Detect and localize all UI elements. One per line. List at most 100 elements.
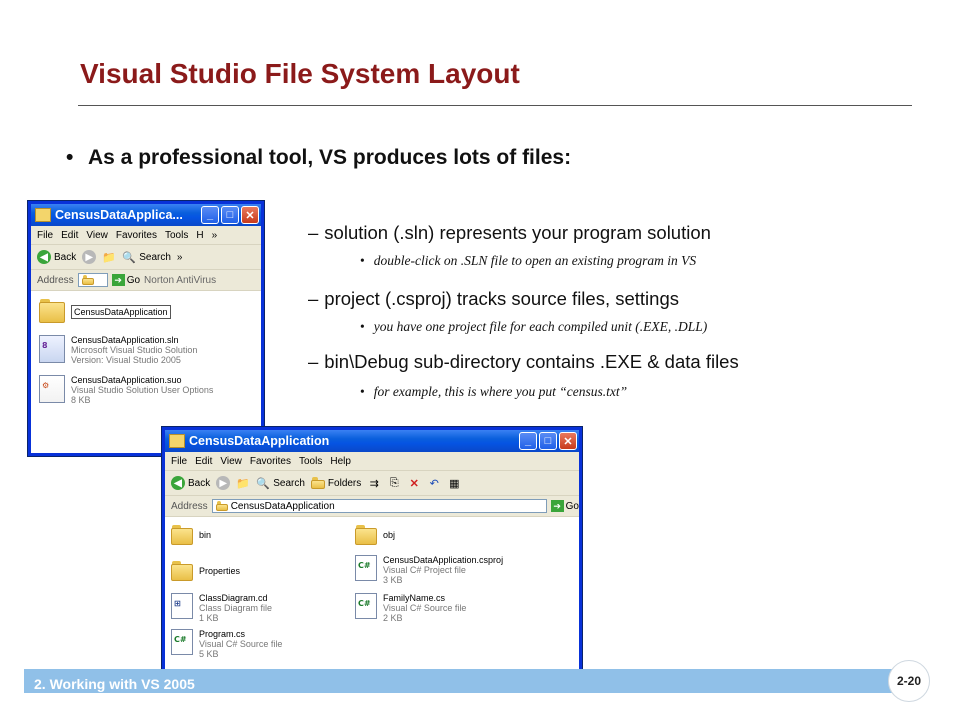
sub-bullet: • bbox=[360, 253, 365, 268]
cs-file-icon: C# bbox=[171, 629, 193, 655]
go-button[interactable]: ➔ Go bbox=[550, 500, 579, 512]
item-size: 5 KB bbox=[199, 649, 219, 659]
suo-file-icon: ⚙ bbox=[39, 375, 65, 403]
search-label: Search bbox=[273, 477, 305, 489]
window-titlebar[interactable]: CensusDataApplication _ □ ✕ bbox=[165, 430, 579, 452]
point-solution: – solution (.sln) represents your program… bbox=[308, 222, 711, 244]
item-size: 1 KB bbox=[199, 613, 219, 623]
undo-icon[interactable]: ↶ bbox=[427, 476, 441, 490]
item-type: Visual Studio Solution User Options bbox=[71, 385, 214, 395]
item-name: CensusDataApplication.suo bbox=[71, 375, 182, 385]
address-label: Address bbox=[171, 500, 208, 512]
menu-edit[interactable]: Edit bbox=[195, 456, 212, 467]
back-button[interactable]: ◀ Back bbox=[171, 476, 210, 490]
maximize-icon[interactable]: □ bbox=[539, 432, 557, 450]
dash: – bbox=[308, 351, 319, 372]
point-bin-debug: – bin\Debug sub-directory contains .EXE &… bbox=[308, 351, 739, 373]
menu-view[interactable]: View bbox=[220, 456, 242, 467]
explorer-window-project: CensusDataApplication _ □ ✕ File Edit Vi… bbox=[162, 427, 582, 681]
back-icon: ◀ bbox=[171, 476, 185, 490]
window-titlebar[interactable]: CensusDataApplica... _ □ ✕ bbox=[31, 204, 261, 226]
address-input[interactable] bbox=[77, 273, 108, 287]
footer-text: 2. Working with VS 2005 bbox=[34, 676, 195, 692]
search-icon: 🔍 bbox=[122, 251, 137, 264]
menu-file[interactable]: File bbox=[37, 230, 53, 241]
copy-to-icon[interactable]: ⎘ bbox=[387, 476, 401, 490]
folder-icon bbox=[169, 434, 185, 448]
menu-tools[interactable]: Tools bbox=[299, 456, 322, 467]
up-icon[interactable]: 📁 bbox=[236, 476, 250, 490]
item-name: CensusDataApplication.sln bbox=[71, 335, 179, 345]
address-bar: Address CensusDataApplication ➔ Go bbox=[165, 496, 579, 517]
folders-button[interactable]: Folders bbox=[310, 477, 361, 489]
search-button[interactable]: 🔍 Search bbox=[122, 250, 171, 264]
move-to-icon[interactable]: ⇉ bbox=[367, 476, 381, 490]
folder-icon bbox=[81, 275, 94, 285]
folder-icon bbox=[171, 525, 193, 545]
item-type: Visual C# Source file bbox=[383, 603, 467, 613]
minimize-icon[interactable]: _ bbox=[201, 206, 219, 224]
menu-edit[interactable]: Edit bbox=[61, 230, 78, 241]
delete-icon[interactable]: ✕ bbox=[407, 476, 421, 490]
subpoint-project: • you have one project file for each comp… bbox=[360, 319, 707, 335]
menu-favorites[interactable]: Favorites bbox=[250, 456, 291, 467]
forward-icon[interactable]: ▶ bbox=[216, 476, 231, 490]
back-label: Back bbox=[188, 477, 211, 489]
item-type: Visual C# Source file bbox=[199, 639, 283, 649]
maximize-icon[interactable]: □ bbox=[221, 206, 239, 224]
csproj-file-icon: C# bbox=[355, 555, 377, 581]
go-icon: ➔ bbox=[111, 274, 125, 286]
up-icon[interactable]: 📁 bbox=[102, 250, 116, 264]
subpoint-text: you have one project file for each compi… bbox=[373, 319, 708, 334]
main-bullet: • As a professional tool, VS produces lot… bbox=[66, 146, 571, 170]
address-value: CensusDataApplication bbox=[230, 500, 335, 512]
subpoint-text: for example, this is where you put “cens… bbox=[373, 384, 628, 399]
folder-icon bbox=[39, 299, 65, 323]
menu-help[interactable]: Help bbox=[330, 456, 351, 467]
menu-chevron[interactable]: » bbox=[212, 230, 218, 241]
menu-view[interactable]: View bbox=[86, 230, 108, 241]
list-item[interactable]: 8 CensusDataApplication.sln Microsoft Vis… bbox=[39, 335, 197, 365]
list-item[interactable]: Properties bbox=[171, 561, 240, 581]
menu-help[interactable]: H bbox=[196, 230, 203, 241]
folder-icon bbox=[215, 501, 228, 511]
item-name: Program.cs bbox=[199, 629, 246, 639]
item-name: Properties bbox=[199, 566, 241, 576]
cd-file-icon: ⊞ bbox=[171, 593, 193, 619]
item-name: obj bbox=[383, 530, 396, 540]
item-name: bin bbox=[199, 530, 212, 540]
search-icon: 🔍 bbox=[256, 477, 271, 490]
list-item[interactable]: bin bbox=[171, 525, 211, 545]
item-type: Microsoft Visual Studio Solution bbox=[71, 345, 198, 355]
dash: – bbox=[308, 288, 319, 309]
views-icon[interactable]: ▦ bbox=[447, 476, 461, 490]
window-title: CensusDataApplica... bbox=[55, 208, 183, 222]
close-icon[interactable]: ✕ bbox=[559, 432, 577, 450]
norton-antivirus-toolbar[interactable]: Norton AntiVirus bbox=[144, 275, 216, 286]
folder-icon bbox=[171, 561, 193, 581]
menu-tools[interactable]: Tools bbox=[165, 230, 188, 241]
toolbar-chevron[interactable]: » bbox=[177, 252, 183, 263]
point-text: bin\Debug sub-directory contains .EXE & … bbox=[324, 351, 739, 372]
go-button[interactable]: ➔ Go bbox=[111, 274, 140, 286]
explorer-window-solution: CensusDataApplica... _ □ ✕ File Edit Vie… bbox=[28, 201, 264, 456]
menu-favorites[interactable]: Favorites bbox=[116, 230, 157, 241]
menu-file[interactable]: File bbox=[171, 456, 187, 467]
list-item[interactable]: CensusDataApplication bbox=[39, 299, 171, 323]
list-item[interactable]: C# FamilyName.cs Visual C# Source file 2 K… bbox=[355, 593, 466, 623]
minimize-icon[interactable]: _ bbox=[519, 432, 537, 450]
list-item[interactable]: ⚙ CensusDataApplication.suo Visual Studio… bbox=[39, 375, 213, 405]
list-item[interactable]: C# Program.cs Visual C# Source file 5 KB bbox=[171, 629, 282, 659]
list-item[interactable]: ⊞ ClassDiagram.cd Class Diagram file 1 KB bbox=[171, 593, 272, 623]
list-item[interactable]: obj bbox=[355, 525, 395, 545]
sub-bullet: • bbox=[360, 384, 365, 399]
back-button[interactable]: ◀ Back bbox=[37, 250, 76, 264]
search-label: Search bbox=[139, 251, 171, 263]
folder-icon bbox=[355, 525, 377, 545]
subpoint-bin-debug: • for example, this is where you put “cen… bbox=[360, 384, 627, 400]
address-input[interactable]: CensusDataApplication bbox=[211, 499, 547, 513]
search-button[interactable]: 🔍 Search bbox=[256, 476, 305, 490]
list-item[interactable]: C# CensusDataApplication.csproj Visual C#… bbox=[355, 555, 503, 585]
forward-icon[interactable]: ▶ bbox=[82, 250, 97, 264]
close-icon[interactable]: ✕ bbox=[241, 206, 259, 224]
